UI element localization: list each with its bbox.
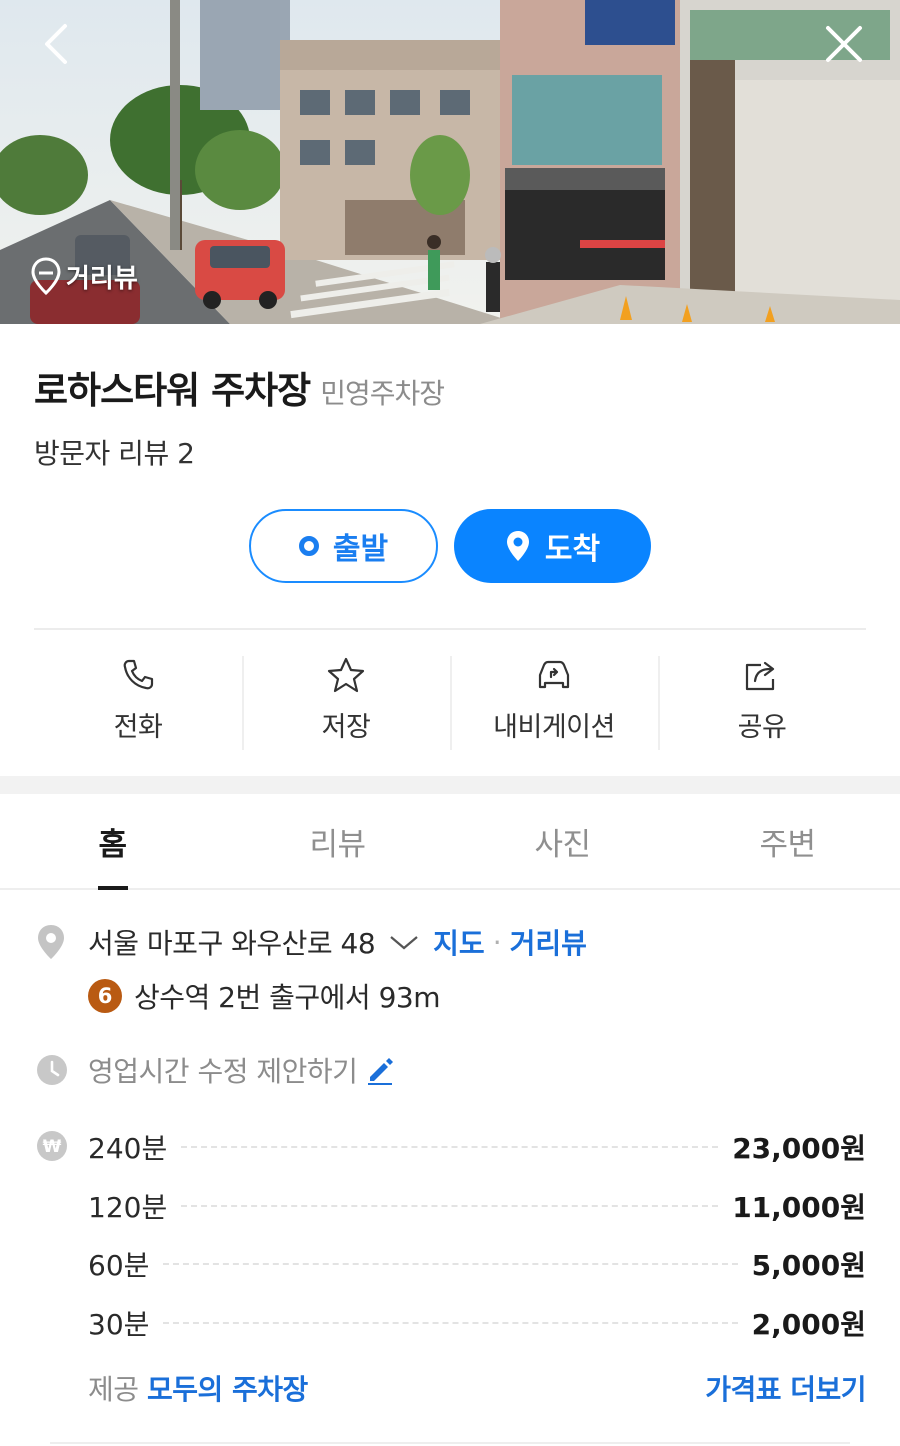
start-dot-icon bbox=[298, 536, 319, 556]
address-links: 지도 · 거리뷰 bbox=[433, 922, 587, 962]
price-duration: 30분 bbox=[88, 1307, 150, 1341]
place-name: 로하스타워 주차장 bbox=[34, 369, 311, 412]
price-list: 240분 23,000원 120분 11,000원 60분 5,000원 30분… bbox=[88, 1118, 866, 1352]
price-row: 30분 2,000원 bbox=[88, 1294, 866, 1353]
streetview-pin-icon bbox=[31, 257, 61, 296]
more-prices-link[interactable]: 가격표 더보기 bbox=[705, 1368, 866, 1408]
streetview-label: 거리뷰 bbox=[66, 263, 138, 294]
dotted-leader bbox=[181, 1204, 719, 1207]
tab-home[interactable]: 홈 bbox=[0, 794, 225, 890]
tab-nearby[interactable]: 주변 bbox=[675, 794, 900, 888]
divider bbox=[50, 1442, 850, 1444]
price-amount: 11,000원 bbox=[732, 1190, 866, 1224]
price-row: 60분 5,000원 bbox=[88, 1235, 866, 1294]
subway-row: 6 상수역 2번 출구에서 93m bbox=[88, 976, 441, 1016]
tab-bar: 홈 리뷰 사진 주변 bbox=[0, 794, 900, 890]
link-separator: · bbox=[492, 925, 502, 959]
price-duration: 240분 bbox=[88, 1132, 168, 1166]
price-duration: 60분 bbox=[88, 1249, 150, 1283]
pencil-icon bbox=[368, 1058, 394, 1085]
share-action[interactable]: 공유 bbox=[658, 640, 866, 760]
hours-suggest-text: 영업시간 수정 제안하기 bbox=[88, 1055, 358, 1088]
location-pin-icon bbox=[506, 531, 529, 561]
price-icon-wrap: ₩ bbox=[36, 1130, 68, 1166]
place-category: 민영주차장 bbox=[320, 377, 445, 410]
provider-credit: 제공 모두의 주차장 bbox=[88, 1368, 308, 1408]
close-button[interactable] bbox=[818, 18, 870, 70]
subway-text: 상수역 2번 출구에서 93m bbox=[134, 981, 441, 1014]
address-row: 서울 마포구 와우산로 48 지도 · 거리뷰 bbox=[36, 922, 587, 962]
address-text: 서울 마포구 와우산로 48 bbox=[88, 927, 376, 960]
street-view-image[interactable]: 거리뷰 bbox=[0, 0, 900, 324]
call-label: 전화 bbox=[113, 711, 163, 743]
start-label: 출발 bbox=[332, 532, 389, 567]
subway-line-badge: 6 bbox=[88, 979, 122, 1013]
streetview-chip[interactable]: 거리뷰 bbox=[30, 256, 138, 296]
save-action[interactable]: 저장 bbox=[242, 640, 450, 760]
location-icon bbox=[38, 925, 64, 959]
save-label: 저장 bbox=[321, 711, 371, 743]
phone-icon bbox=[123, 659, 154, 689]
dotted-leader bbox=[163, 1263, 738, 1266]
section-separator bbox=[0, 776, 900, 794]
price-amount: 5,000원 bbox=[751, 1249, 866, 1283]
provider-link[interactable]: 모두의 주차장 bbox=[147, 1373, 308, 1406]
call-action[interactable]: 전화 bbox=[34, 640, 242, 760]
navigation-label: 내비게이션 bbox=[493, 711, 615, 743]
price-amount: 23,000원 bbox=[732, 1132, 866, 1166]
route-buttons: 출발 도착 bbox=[249, 509, 651, 583]
navigation-action[interactable]: 내비게이션 bbox=[450, 640, 658, 760]
price-row: 120분 11,000원 bbox=[88, 1177, 866, 1236]
price-amount: 2,000원 bbox=[751, 1307, 866, 1341]
action-bar: 전화 저장 내비게이션 공유 bbox=[34, 640, 866, 760]
tab-photos[interactable]: 사진 bbox=[450, 794, 675, 888]
arrive-label: 도착 bbox=[544, 532, 601, 567]
svg-text:₩: ₩ bbox=[43, 1137, 62, 1157]
visitor-reviews-link[interactable]: 방문자 리뷰 2 bbox=[34, 432, 195, 472]
clock-icon bbox=[37, 1055, 67, 1085]
dotted-leader bbox=[163, 1321, 738, 1324]
won-currency-icon: ₩ bbox=[37, 1131, 67, 1161]
hours-row[interactable]: 영업시간 수정 제안하기 bbox=[36, 1050, 395, 1090]
share-icon bbox=[745, 661, 775, 690]
streetview-link[interactable]: 거리뷰 bbox=[510, 922, 587, 962]
arrive-button[interactable]: 도착 bbox=[454, 509, 651, 583]
divider bbox=[34, 628, 866, 630]
price-row: 240분 23,000원 bbox=[88, 1118, 866, 1177]
chevron-left-icon bbox=[45, 24, 67, 64]
star-icon bbox=[327, 657, 365, 692]
tab-reviews[interactable]: 리뷰 bbox=[225, 794, 450, 888]
price-duration: 120분 bbox=[88, 1190, 168, 1224]
back-button[interactable] bbox=[30, 18, 82, 70]
start-button[interactable]: 출발 bbox=[249, 509, 438, 583]
car-navigation-icon bbox=[538, 660, 570, 688]
dotted-leader bbox=[181, 1146, 719, 1149]
chevron-down-icon[interactable] bbox=[387, 932, 421, 952]
map-link[interactable]: 지도 bbox=[433, 922, 485, 962]
provider-prefix: 제공 bbox=[88, 1373, 139, 1406]
close-icon bbox=[826, 26, 862, 62]
title-row: 로하스타워 주차장 민영주차장 bbox=[34, 360, 445, 414]
share-label: 공유 bbox=[737, 711, 787, 743]
